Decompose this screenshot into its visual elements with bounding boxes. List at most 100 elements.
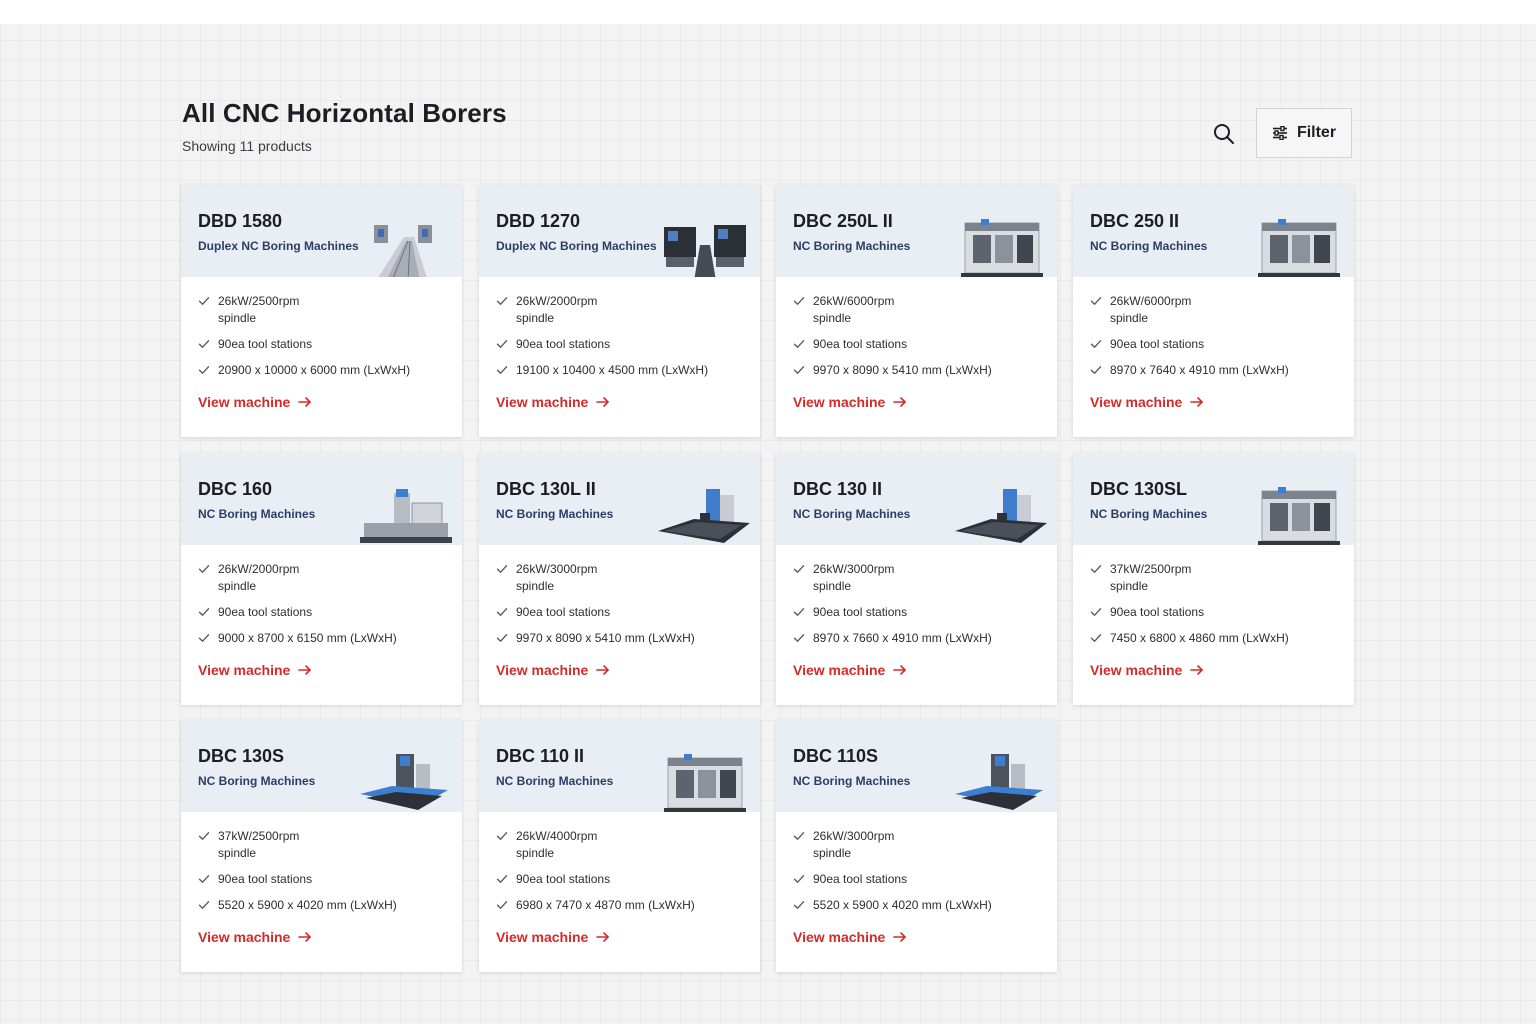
card-header: DBC 130SL NC Boring Machines — [1073, 453, 1354, 545]
check-icon — [1090, 366, 1102, 374]
spec-dimensions: 19100 x 10400 x 4500 mm (LxWxH) — [516, 363, 709, 377]
spec-spindle: 26kW/4000rpm spindle — [516, 829, 598, 860]
check-icon — [198, 340, 210, 348]
product-card[interactable]: DBD 1270 Duplex NC Boring Machines 26kW/20… — [479, 185, 760, 437]
spec-tools: 90ea tool stations — [1110, 605, 1205, 619]
view-machine-label: View machine — [793, 929, 886, 945]
spec-item-dimensions: 9970 x 8090 x 5410 mm (LxWxH) — [793, 362, 1048, 379]
spec-item-dimensions: 5520 x 5900 x 4020 mm (LxWxH) — [198, 897, 453, 914]
view-machine-link[interactable]: View machine — [198, 929, 312, 945]
search-button[interactable] — [1206, 116, 1242, 152]
view-machine-link[interactable]: View machine — [198, 662, 312, 678]
view-machine-link[interactable]: View machine — [793, 929, 907, 945]
spec-spindle: 37kW/2500rpm spindle — [1110, 562, 1192, 593]
machine-image — [1258, 487, 1340, 545]
machine-image — [955, 754, 1043, 810]
arrow-right-icon — [893, 397, 907, 407]
spec-item-spindle: 26kW/3000rpm spindle — [793, 561, 1048, 595]
view-machine-link[interactable]: View machine — [496, 929, 610, 945]
spec-dimensions: 9970 x 8090 x 5410 mm (LxWxH) — [516, 631, 695, 645]
product-name: DBD 1270 — [496, 211, 581, 231]
spec-item-dimensions: 9970 x 8090 x 5410 mm (LxWxH) — [496, 630, 751, 647]
check-icon — [198, 634, 210, 642]
spec-spindle: 26kW/3000rpm spindle — [813, 562, 895, 593]
card-header: DBC 110 II NC Boring Machines — [479, 720, 760, 812]
spec-dimensions: 8970 x 7640 x 4910 mm (LxWxH) — [1110, 363, 1289, 377]
spec-item-spindle: 26kW/2000rpm spindle — [198, 561, 453, 595]
spec-dimensions: 7450 x 6800 x 4860 mm (LxWxH) — [1110, 631, 1289, 645]
view-machine-label: View machine — [198, 394, 291, 410]
spec-dimensions: 20900 x 10000 x 6000 mm (LxWxH) — [218, 363, 411, 377]
spec-item-spindle: 37kW/2500rpm spindle — [198, 828, 453, 862]
spec-tools: 90ea tool stations — [218, 337, 313, 351]
page-title: All CNC Horizontal Borers — [182, 98, 507, 128]
spec-item-tools: 90ea tool stations — [1090, 336, 1345, 353]
spec-tools: 90ea tool stations — [516, 337, 611, 351]
spec-item-spindle: 26kW/2500rpm spindle — [198, 293, 453, 327]
spec-spindle: 26kW/3000rpm spindle — [813, 829, 895, 860]
view-machine-label: View machine — [496, 929, 589, 945]
product-name: DBC 130SL — [1090, 479, 1188, 499]
spec-item-tools: 90ea tool stations — [793, 871, 1048, 888]
check-icon — [793, 875, 805, 883]
card-header: DBC 130S NC Boring Machines — [181, 720, 462, 812]
product-category: NC Boring Machines — [198, 507, 316, 521]
card-header: DBC 160 NC Boring Machines — [181, 453, 462, 545]
product-card[interactable]: DBC 250L II NC Boring Machines 26kW/6000rp… — [776, 185, 1057, 437]
spec-spindle: 26kW/6000rpm spindle — [813, 294, 895, 325]
product-card[interactable]: DBC 130 II NC Boring Machines 26kW/3000rpm… — [776, 453, 1057, 705]
product-card[interactable]: DBD 1580 Duplex NC Boring Machines 26kW/25… — [181, 185, 462, 437]
product-card[interactable]: DBC 130L II NC Boring Machines 26kW/3000rp… — [479, 453, 760, 705]
spec-list: 26kW/2500rpm spindle 90ea tool stations 20… — [198, 293, 453, 388]
spec-item-spindle: 26kW/3000rpm spindle — [793, 828, 1048, 862]
view-machine-link[interactable]: View machine — [1090, 662, 1204, 678]
check-icon — [793, 297, 805, 305]
view-machine-link[interactable]: View machine — [198, 394, 312, 410]
spec-spindle: 26kW/2500rpm spindle — [218, 294, 300, 325]
product-name: DBC 130L II — [496, 479, 596, 499]
check-icon — [496, 366, 508, 374]
spec-item-dimensions: 7450 x 6800 x 4860 mm (LxWxH) — [1090, 630, 1345, 647]
view-machine-link[interactable]: View machine — [793, 662, 907, 678]
product-name: DBC 110S — [793, 746, 879, 766]
view-machine-link[interactable]: View machine — [496, 662, 610, 678]
card-header: DBD 1580 Duplex NC Boring Machines — [181, 185, 462, 277]
arrow-right-icon — [893, 932, 907, 942]
check-icon — [198, 565, 210, 573]
product-category: NC Boring Machines — [496, 774, 614, 788]
check-icon — [793, 608, 805, 616]
view-machine-link[interactable]: View machine — [496, 394, 610, 410]
spec-item-tools: 90ea tool stations — [496, 871, 751, 888]
spec-tools: 90ea tool stations — [813, 872, 908, 886]
view-machine-link[interactable]: View machine — [793, 394, 907, 410]
product-card[interactable]: DBC 130SL NC Boring Machines 37kW/2500rpm … — [1073, 453, 1354, 705]
machine-image — [658, 489, 750, 543]
spec-tools: 90ea tool stations — [516, 605, 611, 619]
card-header: DBC 110S NC Boring Machines — [776, 720, 1057, 812]
product-card[interactable]: DBC 130S NC Boring Machines 37kW/2500rpm s… — [181, 720, 462, 972]
spec-tools: 90ea tool stations — [218, 605, 313, 619]
spec-list: 26kW/6000rpm spindle 90ea tool stations 89… — [1090, 293, 1345, 388]
check-icon — [1090, 565, 1102, 573]
view-machine-link[interactable]: View machine — [1090, 394, 1204, 410]
check-icon — [793, 634, 805, 642]
product-card[interactable]: DBC 250 II NC Boring Machines 26kW/6000rpm… — [1073, 185, 1354, 437]
filter-label: Filter — [1296, 124, 1337, 141]
spec-item-spindle: 26kW/6000rpm spindle — [793, 293, 1048, 327]
check-icon — [793, 832, 805, 840]
product-card[interactable]: DBC 110 II NC Boring Machines 26kW/4000rpm… — [479, 720, 760, 972]
spec-item-tools: 90ea tool stations — [198, 336, 453, 353]
product-card[interactable]: DBC 160 NC Boring Machines 26kW/2000rpm sp… — [181, 453, 462, 705]
filter-button[interactable]: Filter — [1256, 108, 1352, 158]
check-icon — [496, 875, 508, 883]
product-name: DBD 1580 — [198, 211, 283, 231]
check-icon — [793, 565, 805, 573]
sliders-icon — [1272, 126, 1287, 140]
product-card[interactable]: DBC 110S NC Boring Machines 26kW/3000rpm s… — [776, 720, 1057, 972]
spec-tools: 90ea tool stations — [813, 605, 908, 619]
check-icon — [496, 901, 508, 909]
product-category: Duplex NC Boring Machines — [198, 239, 359, 253]
spec-item-dimensions: 6980 x 7470 x 4870 mm (LxWxH) — [496, 897, 751, 914]
top-bar — [0, 0, 1536, 24]
check-icon — [496, 832, 508, 840]
